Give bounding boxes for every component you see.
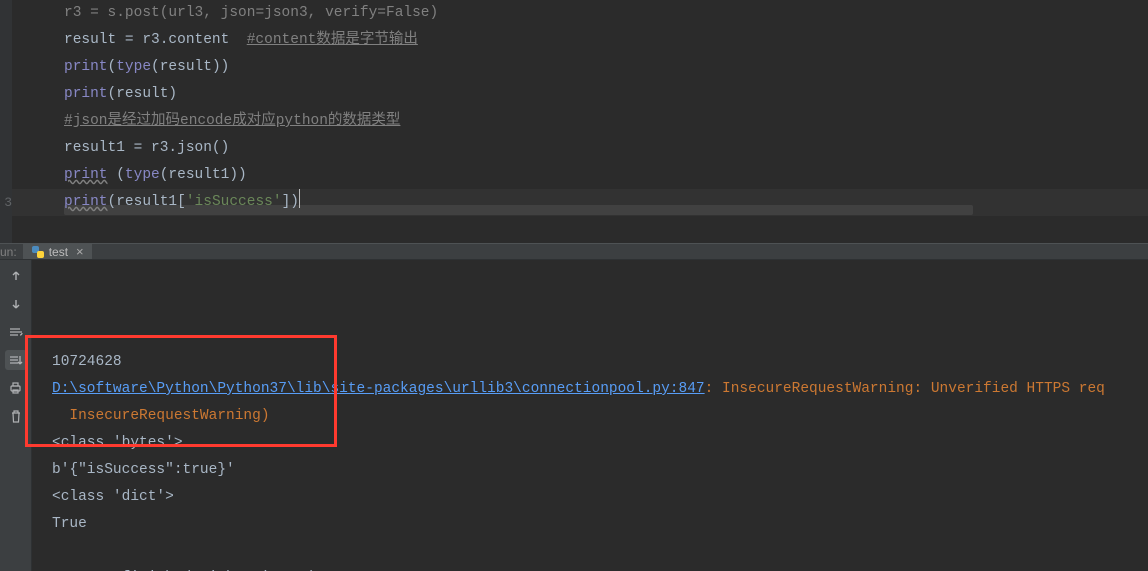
code-line[interactable]: print(type(result)): [64, 54, 1148, 81]
python-file-icon: [31, 245, 45, 259]
code-line[interactable]: print(result): [64, 81, 1148, 108]
console-line: Process finished with exit code 0: [52, 565, 1144, 571]
up-arrow-icon[interactable]: [5, 266, 27, 286]
code-line[interactable]: result1 = r3.json(): [64, 135, 1148, 162]
soft-wrap-icon[interactable]: [5, 322, 27, 342]
console-line: InsecureRequestWarning): [52, 403, 1144, 430]
print-icon[interactable]: [5, 378, 27, 398]
console-output[interactable]: 10724628 D:\software\Python\Python37\lib\…: [32, 260, 1148, 571]
console-line: b'{"isSuccess":true}': [52, 457, 1144, 484]
line-number-gutter: 3: [0, 0, 12, 243]
console-pane: 10724628 D:\software\Python\Python37\lib\…: [0, 260, 1148, 571]
trash-icon[interactable]: [5, 406, 27, 426]
run-tab[interactable]: test ×: [23, 244, 92, 259]
down-arrow-icon[interactable]: [5, 294, 27, 314]
console-line: [52, 538, 1144, 565]
console-line: True: [52, 511, 1144, 538]
code-line[interactable]: result = r3.content #content数据是字节输出: [64, 27, 1148, 54]
run-tab-label: test: [49, 245, 68, 259]
console-line: 10724628: [52, 349, 1144, 376]
console-line: D:\software\Python\Python37\lib\site-pac…: [52, 376, 1144, 403]
code-line[interactable]: print (type(result1)): [64, 162, 1148, 189]
code-line[interactable]: #json是经过加码encode成对应python的数据类型: [64, 108, 1148, 135]
file-link[interactable]: D:\software\Python\Python37\lib\site-pac…: [52, 381, 705, 397]
code-line[interactable]: r3 = s.post(url3, json=json3, verify=Fal…: [64, 0, 1148, 27]
console-toolbar: [0, 260, 32, 571]
run-tool-header: un: test ×: [0, 243, 1148, 260]
console-line: <class 'bytes'>: [52, 430, 1144, 457]
console-line: <class 'dict'>: [52, 484, 1144, 511]
run-label: un:: [0, 245, 23, 259]
code-editor-pane: 3 r3 = s.post(url3, json=json3, verify=F…: [0, 0, 1148, 243]
scroll-to-end-icon[interactable]: [5, 350, 27, 370]
close-icon[interactable]: ×: [76, 244, 84, 259]
